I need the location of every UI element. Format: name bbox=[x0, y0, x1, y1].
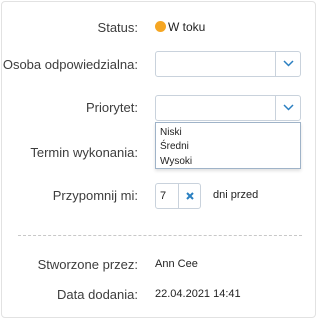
close-icon bbox=[186, 192, 194, 200]
date-added-label: Data dodania: bbox=[57, 287, 138, 302]
assignee-select-toggle[interactable] bbox=[275, 52, 300, 76]
created-by-label: Stworzone przez: bbox=[37, 257, 138, 272]
task-details-panel: Status: W toku Osoba odpowiedzialna: Pri… bbox=[1, 1, 316, 318]
chevron-down-icon bbox=[283, 60, 294, 67]
assignee-select[interactable] bbox=[155, 51, 301, 77]
priority-option-low[interactable]: Niski bbox=[160, 127, 182, 138]
priority-option-high[interactable]: Wysoki bbox=[160, 156, 192, 167]
priority-dropdown-list: Niski Średni Wysoki bbox=[155, 122, 301, 169]
created-by-value: Ann Cee bbox=[155, 258, 198, 270]
reminder-suffix: dni przed bbox=[213, 189, 259, 201]
section-divider bbox=[18, 235, 302, 236]
reminder-label: Przypomnij mi: bbox=[52, 188, 138, 203]
chevron-down-icon bbox=[283, 104, 294, 111]
status-dot-icon bbox=[155, 21, 166, 32]
due-date-label: Termin wykonania: bbox=[30, 145, 138, 160]
status-value: W toku bbox=[168, 20, 206, 34]
priority-option-medium[interactable]: Średni bbox=[160, 141, 189, 152]
priority-select[interactable] bbox=[155, 95, 301, 121]
assignee-label: Osoba odpowiedzialna: bbox=[2, 57, 138, 72]
date-added-value: 22.04.2021 14:41 bbox=[155, 288, 241, 300]
reminder-clear-button[interactable] bbox=[178, 184, 200, 208]
status-label: Status: bbox=[97, 20, 138, 35]
priority-select-toggle[interactable] bbox=[275, 96, 300, 120]
reminder-days-value: 7 bbox=[160, 190, 167, 202]
reminder-days-input[interactable]: 7 bbox=[155, 183, 201, 209]
priority-label: Priorytet: bbox=[85, 100, 138, 115]
